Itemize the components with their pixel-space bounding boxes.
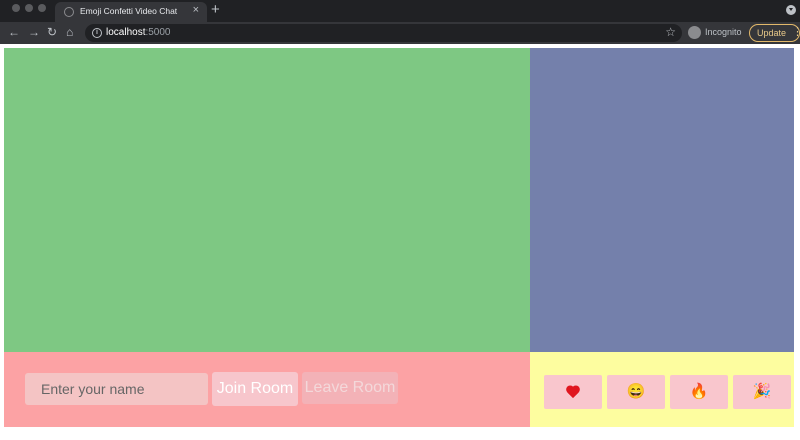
- globe-icon: [64, 7, 74, 17]
- tab-title: Emoji Confetti Video Chat: [80, 6, 178, 16]
- info-icon[interactable]: i: [92, 28, 102, 38]
- reaction-button-fire[interactable]: 🔥: [670, 375, 728, 409]
- browser-toolbar: ← → ↻ ⌂ i localhost:5000 ☆ Incognito Upd…: [0, 22, 800, 44]
- grinning-face-icon: 😄: [626, 383, 646, 400]
- reload-icon[interactable]: ↻: [47, 25, 57, 39]
- back-icon[interactable]: ←: [8, 25, 20, 39]
- room-controls: Join Room Leave Room: [4, 352, 530, 427]
- browser-tab[interactable]: Emoji Confetti Video Chat ×: [55, 2, 207, 22]
- star-icon[interactable]: ☆: [665, 25, 676, 39]
- address-bar[interactable]: i localhost:5000 ☆: [85, 24, 682, 42]
- join-room-button[interactable]: Join Room: [212, 372, 298, 406]
- side-video-panel: [530, 48, 794, 352]
- name-input[interactable]: [25, 373, 208, 405]
- incognito-label: Incognito: [705, 27, 742, 37]
- party-popper-icon: 🎉: [752, 383, 772, 400]
- page-content: Join Room Leave Room 😄 🔥 🎉: [0, 44, 800, 440]
- main-video-panel: [4, 48, 530, 352]
- menu-dots-icon[interactable]: ⋮: [792, 26, 800, 39]
- tab-close-icon[interactable]: ×: [193, 4, 199, 16]
- new-tab-icon[interactable]: +: [211, 1, 220, 18]
- minimize-window-button[interactable]: [25, 4, 33, 12]
- forward-icon[interactable]: →: [28, 25, 40, 39]
- heart-icon: [566, 386, 580, 399]
- browser-tab-strip: Emoji Confetti Video Chat × +: [0, 0, 800, 22]
- emoji-reactions: 😄 🔥 🎉: [530, 352, 794, 427]
- reaction-button-heart[interactable]: [544, 375, 602, 409]
- incognito-icon: [688, 26, 701, 39]
- fire-icon: 🔥: [689, 383, 709, 400]
- reaction-button-grinning-face[interactable]: 😄: [607, 375, 665, 409]
- update-label: Update: [757, 28, 787, 38]
- zoom-window-button[interactable]: [38, 4, 46, 12]
- update-button[interactable]: Update ⋮: [749, 24, 800, 42]
- home-icon[interactable]: ⌂: [66, 25, 73, 39]
- leave-room-button[interactable]: Leave Room: [302, 372, 398, 404]
- close-window-button[interactable]: [12, 4, 20, 12]
- reaction-button-party-popper[interactable]: 🎉: [733, 375, 791, 409]
- tab-search-icon[interactable]: [786, 5, 796, 15]
- url-text: localhost:5000: [106, 27, 171, 38]
